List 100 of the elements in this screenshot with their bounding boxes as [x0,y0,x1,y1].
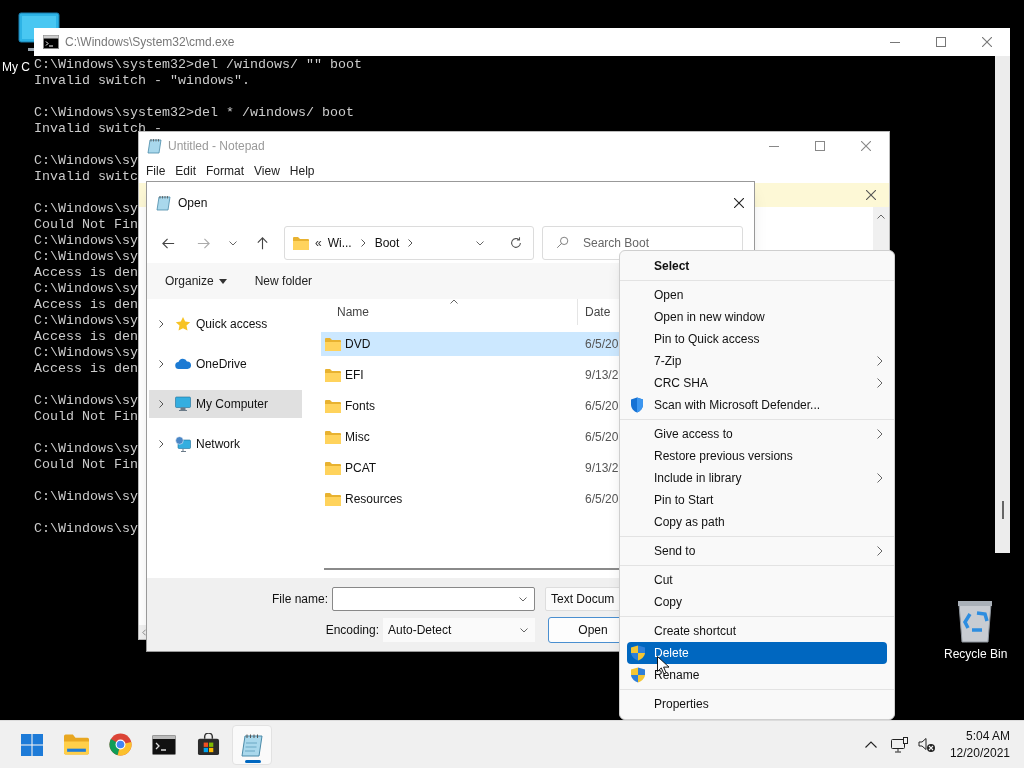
folder-icon [325,337,341,351]
network-icon [175,436,191,452]
file-name: EFI [345,367,365,384]
nav-item[interactable]: My Computer [149,390,302,418]
console-line: Could Not Fin [34,217,138,233]
windows-logo-icon [21,733,43,756]
shield-icon [630,667,646,683]
menu-item[interactable]: Format [202,162,249,180]
menu-item[interactable]: File [142,162,170,180]
refresh-icon[interactable] [509,236,523,250]
menu-item[interactable]: Properties [627,693,887,715]
menu-item[interactable]: Open in new window [627,306,887,328]
console-line: C:\Windows\sy [34,281,138,297]
sort-icon [450,299,458,304]
close-icon [734,197,744,208]
desktop-icon-label[interactable]: Recycle Bin [944,646,1008,662]
terminal-icon [43,35,59,49]
menu-item[interactable]: View [250,162,284,180]
console-line: C:\Windows\sy [34,345,138,361]
toolbar-button[interactable]: Organize [157,267,235,295]
notepad-icon [147,137,163,154]
nav-item[interactable]: OneDrive [149,350,302,378]
clock-time[interactable]: 5:04 AM [965,727,1010,745]
menu-item[interactable]: Open [627,284,887,306]
maximize-icon [936,37,946,47]
date-modified: 6/5/20 [585,398,619,415]
menu-item[interactable]: Delete [627,642,887,664]
menu-item[interactable]: Include in library [627,467,887,489]
chevron-up-icon[interactable] [864,741,877,748]
breadcrumb[interactable]: Wi... [327,234,352,252]
encoding-dropdown[interactable]: Auto-Detect [383,618,535,642]
active-indicator [245,759,261,763]
chevron-icon [408,239,414,247]
console-line: Access is den [34,265,138,281]
menu-item[interactable]: Send to [627,540,887,562]
console-line: C:\Windows\sy [34,233,138,249]
console-line: C:\Windows\sy [34,153,138,169]
dropdown-icon [520,627,528,633]
column-header[interactable]: Name [321,299,578,325]
field-label: File name: [270,591,329,608]
recycle-bin-icon[interactable] [955,598,995,644]
file-name: DVD [345,336,372,353]
scroll-left-icon [142,628,146,636]
nav-item[interactable]: Network [149,430,302,458]
menu-item[interactable]: Help [285,162,319,180]
console-line: Invalid switch - "windows". [34,73,250,89]
date-modified: 9/13/2 [585,367,619,384]
clock-date[interactable]: 12/20/2021 [949,744,1010,762]
menu-item[interactable]: Copy [627,591,887,613]
menu-item[interactable]: Give access to [627,423,887,445]
desktop-icon-label[interactable]: My C [2,59,30,75]
menu-item[interactable]: Edit [171,162,201,180]
console-line: C:\Windows\sy [34,249,138,265]
date-modified: 6/5/20 [585,336,619,353]
column-header[interactable]: Date [578,303,611,321]
menu-item[interactable]: Restore previous versions [627,445,887,467]
console-line: C:\Windows\sy [34,521,138,537]
menu-item[interactable]: Rename [627,664,887,686]
network-icon[interactable] [890,736,909,753]
file-name: Resources [345,491,404,508]
scrollbar-thumb[interactable] [1002,501,1004,519]
browser-icon [108,733,132,756]
menu-item[interactable]: CRC SHA [627,372,887,394]
menu-item[interactable]: Pin to Start [627,489,887,511]
console-line: Could Not Fin [34,409,138,425]
menu-item[interactable]: Scan with Microsoft Defender... [627,394,887,416]
scroll-up-icon [877,214,885,219]
star-icon [175,316,191,332]
notepad-icon [156,194,172,211]
field-label: Encoding: [324,622,380,639]
breadcrumb[interactable]: Boot [374,234,400,252]
expand-icon[interactable] [159,400,164,408]
chevron-icon [360,239,366,247]
shield-icon [630,397,644,413]
file-name: Fonts [345,398,376,415]
nav-item[interactable]: Quick access [149,310,302,338]
dropdown-icon [519,596,527,602]
window-title: C:\Windows\System32\cmd.exe [65,34,235,51]
menu-item[interactable]: Copy as path [627,511,887,533]
close-button[interactable] [865,189,877,201]
speaker-muted-icon[interactable] [917,736,936,753]
file-name: PCAT [345,460,378,477]
menu-item[interactable]: Cut [627,569,887,591]
folder-icon [325,399,341,413]
console-line: C:\Windows\sy [34,201,138,217]
toolbar-button[interactable]: New folder [246,267,321,295]
shield-icon [630,645,646,661]
folder-icon [325,430,341,444]
address-bar[interactable]: « Wi... Boot [284,226,534,260]
console-line: C:\Windows\system32>del /windows/ "" boot [34,57,362,73]
breadcrumb-overflow[interactable]: « [315,234,322,252]
console-line: C:\Windows\system32>del * /windows/ boot [34,105,354,121]
scrollbar[interactable] [995,56,1010,553]
expand-icon[interactable] [159,440,164,448]
dropdown-icon[interactable] [476,240,484,246]
maximize-icon [815,140,825,151]
expand-icon[interactable] [159,320,164,328]
file-name-field[interactable] [332,587,535,611]
expand-icon[interactable] [159,360,164,368]
computer-icon [175,396,191,412]
